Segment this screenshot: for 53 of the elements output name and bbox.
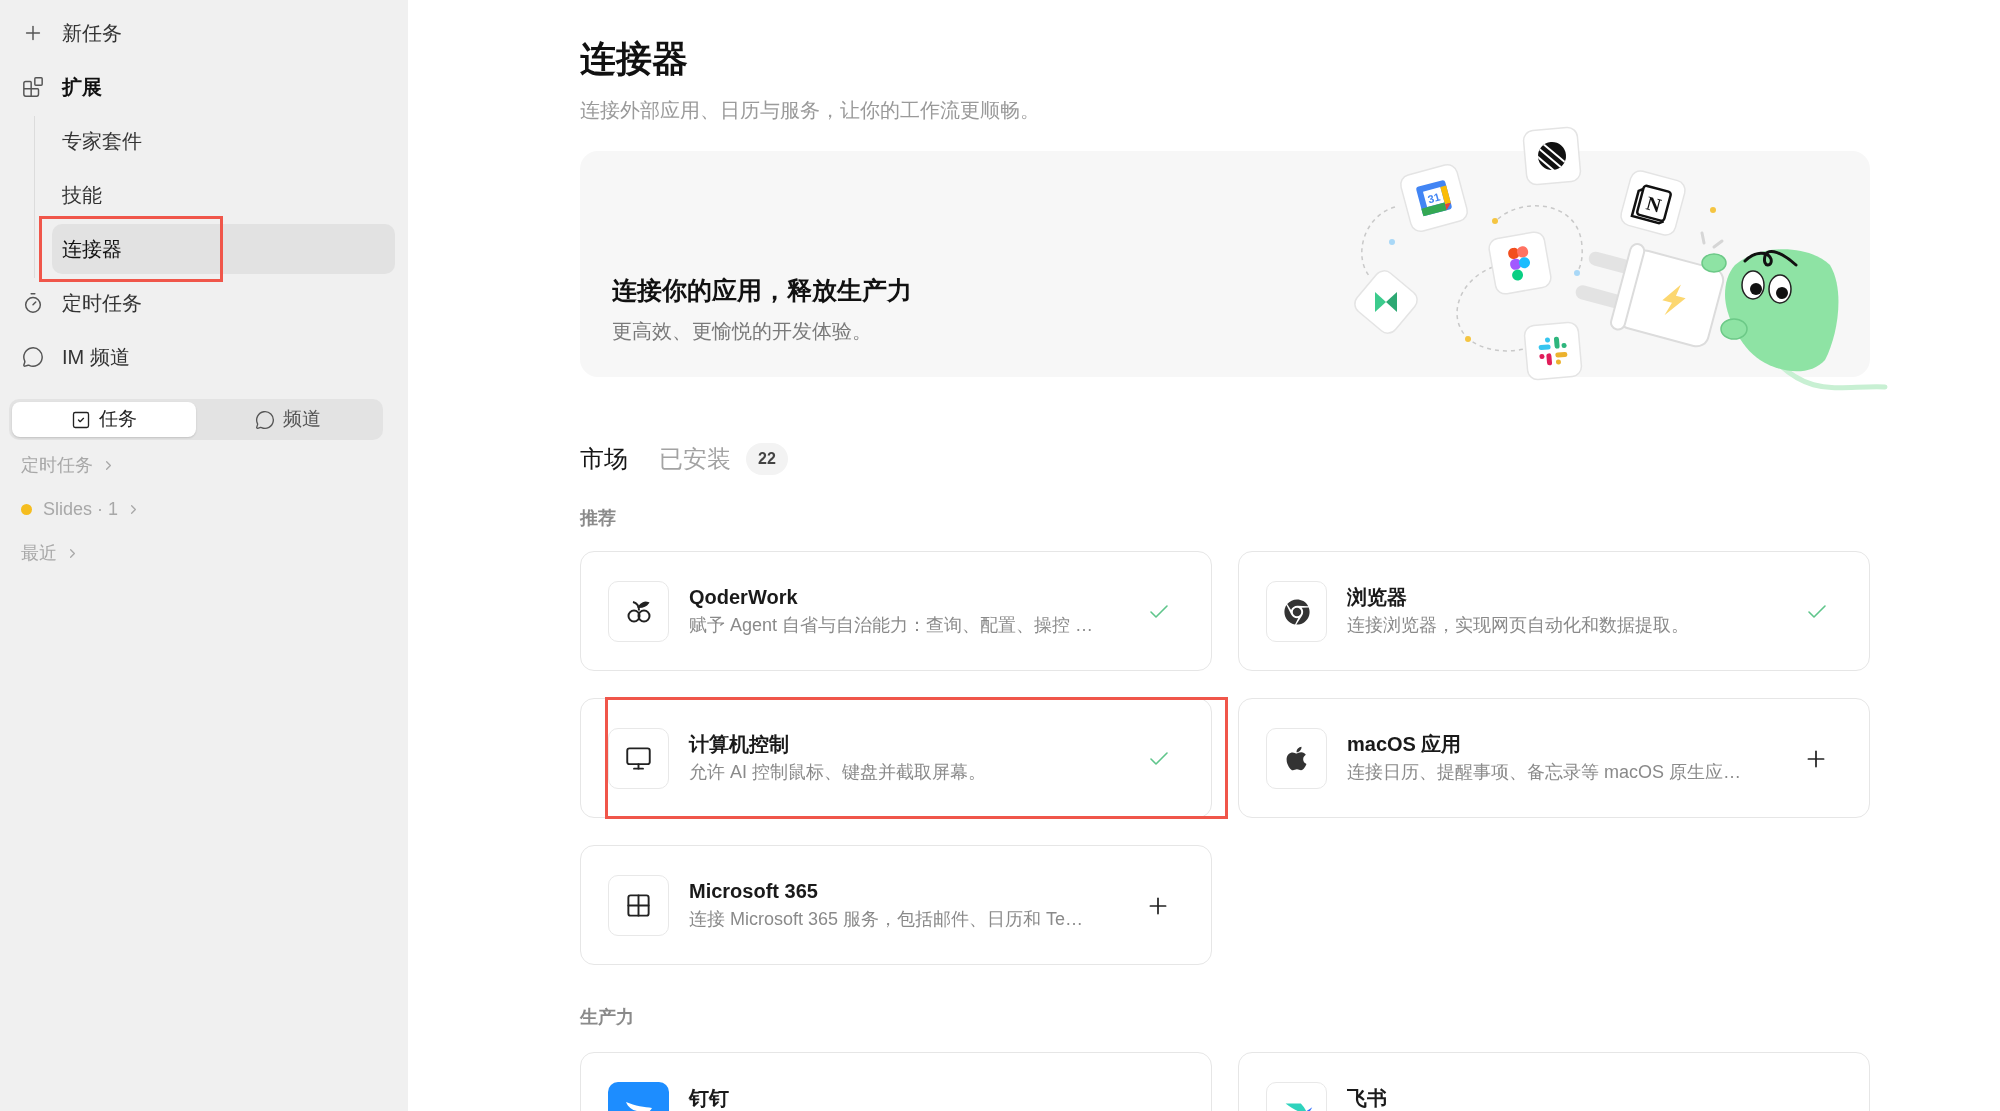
timer-icon: [22, 292, 44, 314]
connector-description: 允许 AI 控制鼠标、键盘并截取屏幕。: [689, 761, 987, 784]
connector-description: 连接日历、提醒事项、备忘录等 macOS 原生应…: [1347, 761, 1742, 784]
connector-name: macOS 应用: [1347, 732, 1463, 757]
connector-name: QoderWork: [689, 585, 799, 610]
blocks-icon: [22, 76, 44, 98]
section-heading: 推荐: [580, 507, 617, 530]
connector-description: 连接 Microsoft 365 服务，包括邮件、日历和 Te…: [689, 908, 1085, 931]
count-badge: 22: [746, 443, 788, 475]
connector-card[interactable]: QoderWork 赋予 Agent 自省与自治能力：查询、配置、操控 …: [580, 551, 1212, 671]
sidebar-subitem[interactable]: 专家套件: [52, 116, 395, 166]
checkbox-icon: [71, 409, 91, 430]
sidebar-item[interactable]: IM 频道: [0, 332, 408, 382]
chat-bubble-icon: [22, 346, 44, 368]
sparkle-dot-icon: [1465, 336, 1471, 342]
segment-tab[interactable]: 频道: [196, 402, 380, 437]
connector-card[interactable]: 钉钉: [580, 1052, 1212, 1111]
connector-name: 计算机控制: [689, 732, 790, 757]
connector-name: 浏览器: [1347, 585, 1408, 610]
connector-name: 钉钉: [689, 1086, 730, 1111]
sparkle-dot-icon: [1710, 207, 1716, 213]
sparkle-dot-icon: [1574, 270, 1580, 276]
connector-name: Microsoft 365: [689, 879, 819, 904]
grid-icon: [608, 875, 669, 936]
calendar-day-text: 31: [1426, 190, 1442, 206]
tab[interactable]: 市场: [580, 443, 628, 475]
connector-card[interactable]: 浏览器 连接浏览器，实现网页自动化和数据提取。: [1238, 551, 1870, 671]
sparkle-dot-icon: [1389, 239, 1395, 245]
page-title: 连接器: [580, 37, 689, 81]
connector-description: 赋予 Agent 自省与自治能力：查询、配置、操控 …: [689, 614, 1095, 637]
sidebar-item[interactable]: 扩展: [0, 62, 408, 112]
sidebar-item[interactable]: 定时任务: [0, 278, 408, 328]
connector-card[interactable]: 计算机控制 允许 AI 控制鼠标、键盘并截取屏幕。: [580, 698, 1212, 818]
apple-icon: [1266, 728, 1327, 789]
sparkle-dot-icon: [1492, 218, 1498, 224]
chat-bubble-icon: [255, 409, 275, 430]
sidebar-subitem[interactable]: 技能: [52, 170, 395, 220]
page-subtitle: 连接外部应用、日历与服务，让你的工作流更顺畅。: [580, 98, 1041, 123]
connector-card[interactable]: 飞书: [1238, 1052, 1870, 1111]
connector-card[interactable]: macOS 应用 连接日历、提醒事项、备忘录等 macOS 原生应…: [1238, 698, 1870, 818]
dashed-curve: [1361, 206, 1396, 278]
cherry-logo-icon: [608, 581, 669, 642]
sidebar-item[interactable]: 新任务: [0, 8, 408, 58]
banner-title: 连接你的应用，释放生产力: [612, 275, 912, 306]
segment-tab[interactable]: 任务: [12, 402, 196, 437]
banner-subtitle: 更高效、更愉悦的开发体验。: [612, 319, 872, 344]
sidebar-subitem[interactable]: 连接器: [52, 224, 395, 274]
logo-letter-text: N: [1643, 191, 1664, 217]
connector-card[interactable]: Microsoft 365 连接 Microsoft 365 服务，包括邮件、日历和 Te…: [580, 845, 1212, 965]
monitor-icon: [608, 728, 669, 789]
section-heading: 生产力: [580, 1006, 635, 1029]
connector-name: 飞书: [1347, 1086, 1388, 1111]
connector-description: 连接浏览器，实现网页自动化和数据提取。: [1347, 614, 1690, 637]
